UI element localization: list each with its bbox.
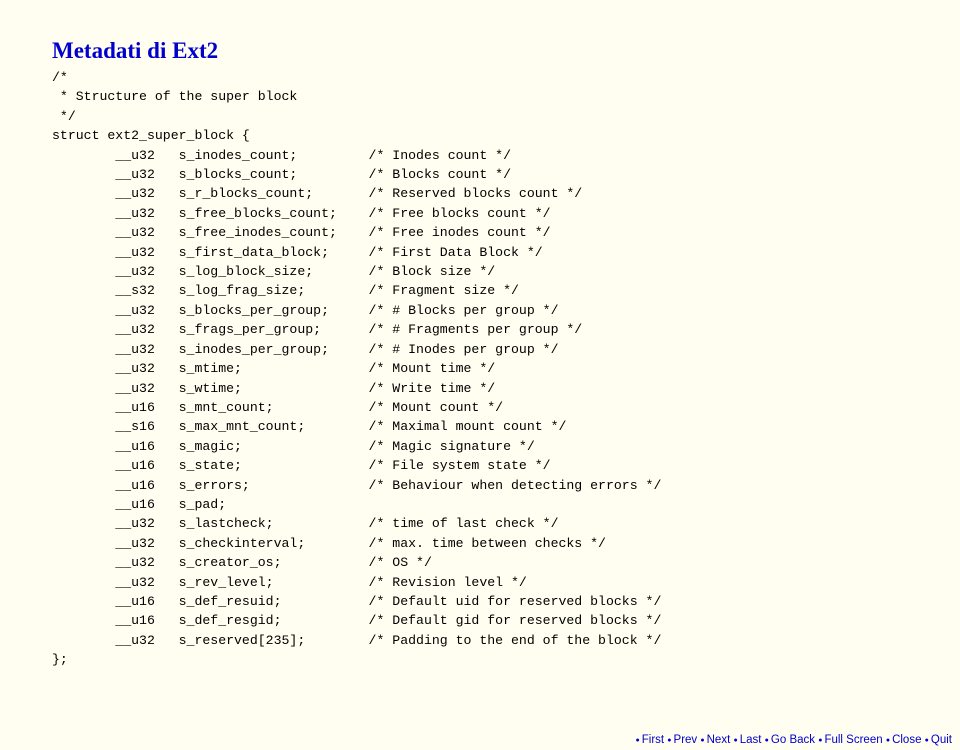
nav-link-first[interactable]: First — [642, 734, 664, 746]
footer-nav: ●First ●Prev ●Next ●Last ●Go Back ●Full … — [636, 734, 953, 746]
code-block: /* * Structure of the super block */ str… — [52, 68, 908, 670]
nav-link-close[interactable]: Close — [892, 734, 921, 746]
page-title: Metadati di Ext2 — [52, 38, 908, 64]
nav-bullet: ● — [886, 737, 890, 744]
nav-bullet: ● — [636, 737, 640, 744]
nav-link-quit[interactable]: Quit — [931, 734, 952, 746]
nav-bullet: ● — [667, 737, 671, 744]
nav-bullet: ● — [765, 737, 769, 744]
nav-bullet: ● — [700, 737, 704, 744]
nav-link-next[interactable]: Next — [707, 734, 731, 746]
nav-link-last[interactable]: Last — [740, 734, 762, 746]
nav-bullet: ● — [925, 737, 929, 744]
nav-bullet: ● — [733, 737, 737, 744]
nav-link-full-screen[interactable]: Full Screen — [824, 734, 882, 746]
nav-bullet: ● — [818, 737, 822, 744]
nav-link-prev[interactable]: Prev — [674, 734, 698, 746]
nav-link-go-back[interactable]: Go Back — [771, 734, 815, 746]
